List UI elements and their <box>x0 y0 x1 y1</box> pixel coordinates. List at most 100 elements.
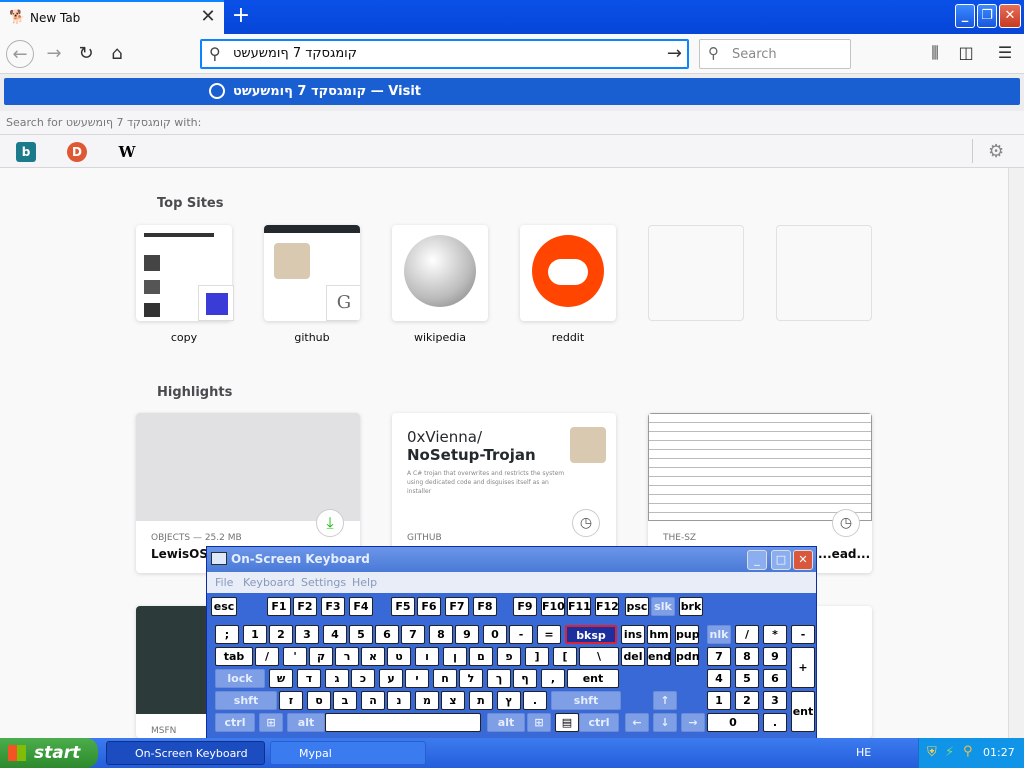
osk-key[interactable]: nlk <box>707 625 731 644</box>
osk-key[interactable]: shft <box>551 691 621 710</box>
osk-key[interactable]: ח <box>433 669 457 688</box>
osk-key-1[interactable]: F1 <box>267 597 291 616</box>
osk-key[interactable]: ס <box>307 691 331 710</box>
url-bar[interactable]: ⚲ קומגסקד 7 ףומשעשט → <box>200 39 689 69</box>
window-minimize-button[interactable]: _ <box>955 4 975 28</box>
osk-key[interactable]: / <box>255 647 279 666</box>
osk-key[interactable]: = <box>537 625 561 644</box>
osk-title-bar[interactable]: On-Screen Keyboard _ □ ✕ <box>207 547 816 572</box>
gear-icon[interactable]: ⚙ <box>988 141 1004 162</box>
search-input[interactable]: Search <box>732 47 777 62</box>
osk-key[interactable]: del <box>621 647 645 666</box>
osk-key[interactable]: צ <box>441 691 465 710</box>
ctrl-key[interactable]: ctrl <box>215 713 255 732</box>
menu-icon[interactable]: ☰ <box>994 42 1016 64</box>
osk-key-6[interactable]: F6 <box>417 597 441 616</box>
osk-key[interactable]: 8 <box>735 647 759 666</box>
arrow-up-key[interactable]: ↑ <box>653 691 677 710</box>
osk-key-8[interactable]: F8 <box>473 597 497 616</box>
osk-key[interactable]: 0 <box>483 625 507 644</box>
osk-key-10[interactable]: F10 <box>541 597 565 616</box>
osk-key[interactable]: 9 <box>763 647 787 666</box>
go-arrow-icon[interactable]: → <box>667 43 682 64</box>
url-suggestion-row[interactable]: קומגסקד 7 ףומשעשט — Visit <box>4 78 1020 105</box>
osk-key[interactable]: bksp <box>565 625 617 644</box>
osk-key-3[interactable]: F3 <box>321 597 345 616</box>
sidebar-icon[interactable]: ◫ <box>955 42 977 64</box>
osk-key[interactable]: 5 <box>349 625 373 644</box>
osk-key-12[interactable]: F12 <box>595 597 619 616</box>
search-icon[interactable]: ⚲ <box>963 744 973 759</box>
osk-key[interactable]: ג <box>325 669 349 688</box>
windows-key[interactable]: ⊞ <box>259 713 283 732</box>
osk-key-7[interactable]: F7 <box>445 597 469 616</box>
alt-key[interactable]: alt <box>487 713 525 732</box>
ctrl-key[interactable]: ctrl <box>579 713 619 732</box>
osk-key[interactable]: shft <box>215 691 277 710</box>
window-close-button[interactable]: ✕ <box>999 4 1021 28</box>
alt-key[interactable]: alt <box>287 713 325 732</box>
osk-key[interactable]: 2 <box>269 625 293 644</box>
osk-key[interactable]: מ <box>415 691 439 710</box>
menu-help[interactable]: Help <box>352 576 377 589</box>
windows-key[interactable]: ⊞ <box>527 713 551 732</box>
osk-key[interactable]: hm <box>647 625 671 644</box>
osk-key[interactable]: ץ <box>497 691 521 710</box>
top-site-tile[interactable]: G <box>264 225 360 321</box>
osk-key[interactable]: - <box>509 625 533 644</box>
osk-key[interactable]: ק <box>309 647 333 666</box>
language-indicator[interactable]: HE <box>856 746 871 759</box>
url-input[interactable]: קומגסקד 7 ףומשעשט <box>233 46 357 61</box>
osk-key[interactable]: ז <box>279 691 303 710</box>
osk-key[interactable]: ף <box>513 669 537 688</box>
osk-key[interactable]: ש <box>269 669 293 688</box>
search-bar[interactable]: ⚲ Search <box>699 39 851 69</box>
top-site-tile[interactable] <box>392 225 488 321</box>
osk-key-4[interactable]: F4 <box>349 597 373 616</box>
osk-key[interactable]: א <box>361 647 385 666</box>
osk-key[interactable]: , <box>541 669 565 688</box>
osk-key-9[interactable]: F9 <box>513 597 537 616</box>
osk-key[interactable]: 1 <box>707 691 731 710</box>
osk-key[interactable]: י <box>405 669 429 688</box>
osk-key[interactable]: 3 <box>763 691 787 710</box>
scrollbar[interactable] <box>1008 168 1024 738</box>
osk-key-15[interactable]: brk <box>679 597 703 616</box>
library-icon[interactable]: ⫼ <box>924 42 946 64</box>
osk-key[interactable]: כ <box>351 669 375 688</box>
osk-key[interactable]: pdn <box>675 647 700 666</box>
taskbar-item-mypal[interactable]: Mypal <box>270 741 426 765</box>
home-button[interactable]: ⌂ <box>103 40 131 68</box>
top-site-tile[interactable] <box>520 225 616 321</box>
duckduckgo-icon[interactable]: D <box>67 142 87 162</box>
osk-close-button[interactable]: ✕ <box>793 550 813 570</box>
arrow-right-key[interactable]: → <box>681 713 705 732</box>
menu-settings[interactable]: Settings <box>301 576 346 589</box>
osk-key-0[interactable]: esc <box>211 597 237 616</box>
osk-key[interactable]: / <box>735 625 759 644</box>
tab-new-tab[interactable]: 🐕 New Tab ✕ <box>0 0 224 34</box>
arrow-down-key[interactable]: ↓ <box>653 713 677 732</box>
osk-key[interactable]: * <box>763 625 787 644</box>
top-site-tile[interactable] <box>136 225 234 321</box>
osk-key[interactable]: 7 <box>401 625 425 644</box>
osk-key[interactable]: [ <box>553 647 577 666</box>
osk-key[interactable]: ט <box>387 647 411 666</box>
osk-key[interactable]: ד <box>297 669 321 688</box>
osk-key-5[interactable]: F5 <box>391 597 415 616</box>
osk-key[interactable]: end <box>647 647 671 666</box>
osk-key[interactable]: ins <box>621 625 645 644</box>
osk-key[interactable]: ו <box>415 647 439 666</box>
osk-maximize-button[interactable]: □ <box>771 550 791 570</box>
osk-key[interactable]: 1 <box>243 625 267 644</box>
osk-key[interactable]: ent <box>567 669 619 688</box>
osk-key[interactable]: 9 <box>455 625 479 644</box>
menu-keyboard[interactable]: Keyboard <box>243 576 295 589</box>
osk-key[interactable]: 2 <box>735 691 759 710</box>
reload-button[interactable]: ↻ <box>72 40 100 68</box>
osk-key[interactable]: 8 <box>429 625 453 644</box>
osk-minimize-button[interactable]: _ <box>747 550 767 570</box>
bing-icon[interactable]: b <box>16 142 36 162</box>
osk-key-2[interactable]: F2 <box>293 597 317 616</box>
start-button[interactable]: start <box>0 738 98 768</box>
